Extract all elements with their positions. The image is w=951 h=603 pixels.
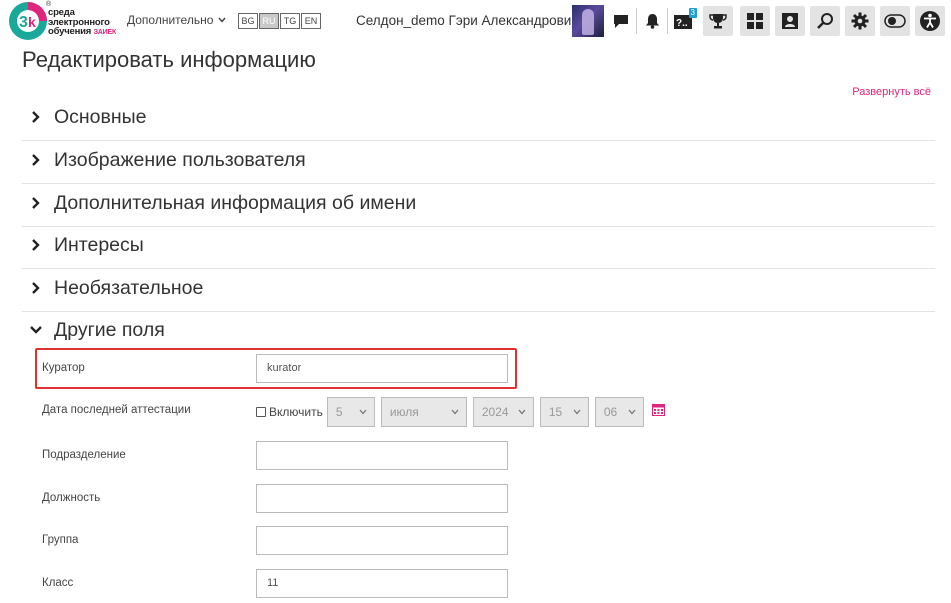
group-row: Группа [22, 525, 935, 559]
month-value: июля [389, 405, 419, 419]
more-menu-label: Дополнительно [127, 13, 214, 27]
user-name[interactable]: Селдон_demo Гэри Александрович [356, 13, 578, 28]
department-row: Подразделение [22, 440, 935, 474]
top-navbar: 3 k ® среда электронного обучения ЗАИЕК … [0, 0, 951, 42]
chevron-down-icon [573, 409, 581, 415]
logo-mark-icon: 3 k [8, 1, 48, 41]
department-input[interactable] [256, 441, 508, 470]
accessibility-icon[interactable] [915, 6, 945, 36]
section-optional[interactable]: Необязательное [22, 269, 935, 312]
attestation-date-label: Дата последней аттестации [42, 404, 191, 416]
svg-text:3: 3 [19, 14, 28, 31]
section-interests[interactable]: Интересы [22, 226, 935, 269]
class-row: Класс 11 [22, 568, 935, 602]
svg-text:k: k [28, 14, 36, 30]
chevron-down-icon [518, 409, 526, 415]
month-select[interactable]: июля [380, 397, 467, 427]
chevron-right-icon [29, 238, 43, 252]
search-icon[interactable] [810, 6, 840, 36]
trophy-icon[interactable] [703, 6, 733, 36]
lang-bg[interactable]: BG [238, 13, 258, 29]
avatar[interactable] [572, 5, 604, 37]
attestation-date-controls: Включить 5 июля 2024 15 06 [256, 397, 665, 427]
chevron-down-icon [359, 409, 367, 415]
chevron-down-icon [451, 409, 459, 415]
logo-text: среда электронного обучения ЗАИЕК [48, 7, 117, 37]
chevron-right-icon [29, 196, 43, 210]
section-title: Изображение пользователя [54, 149, 306, 171]
group-input[interactable] [256, 526, 508, 555]
lang-en[interactable]: EN [301, 13, 321, 29]
year-select[interactable]: 2024 [472, 397, 534, 427]
section-title: Дополнительная информация об имени [54, 192, 417, 214]
chevron-right-icon [29, 110, 43, 124]
svg-text:?..: ?.. [676, 18, 688, 29]
minute-value: 06 [603, 405, 618, 419]
hour-select[interactable]: 15 [539, 397, 589, 427]
lang-tg[interactable]: TG [280, 13, 300, 29]
section-title: Интересы [54, 234, 144, 256]
year-value: 2024 [481, 405, 509, 419]
expand-all-link[interactable]: Развернуть всё [852, 86, 931, 98]
chevron-down-icon [29, 323, 43, 337]
questions-badge: 3 [688, 8, 697, 18]
messages-icon[interactable] [606, 6, 636, 36]
section-title: Основные [54, 106, 147, 128]
section-title: Необязательное [54, 277, 204, 299]
gear-icon[interactable] [845, 6, 875, 36]
theme-toggle-icon[interactable] [880, 6, 910, 36]
grid-dashboard-icon[interactable] [740, 6, 770, 36]
position-row: Должность [22, 483, 935, 517]
minute-select[interactable]: 06 [594, 397, 644, 427]
chevron-right-icon [29, 153, 43, 167]
notifications-bell-icon[interactable] [637, 6, 667, 36]
section-user-image[interactable]: Изображение пользователя [22, 141, 935, 184]
lang-ru[interactable]: RU [259, 13, 279, 29]
questions-icon[interactable]: ?.. 3 [669, 6, 699, 36]
chevron-down-icon [628, 409, 636, 415]
enable-date-label: Включить [269, 405, 323, 419]
user-card-icon[interactable] [775, 6, 805, 36]
section-title: Другие поля [54, 319, 165, 341]
curator-highlight-frame [35, 348, 517, 389]
chevron-right-icon [29, 281, 43, 295]
language-switcher: BG RU TG EN [238, 13, 322, 29]
page-title: Редактировать информацию [22, 47, 316, 72]
position-input[interactable] [256, 484, 508, 513]
enable-date-checkbox[interactable]: Включить [256, 405, 323, 419]
site-logo[interactable]: 3 k ® среда электронного обучения ЗАИЕК [8, 1, 120, 41]
group-label: Группа [42, 534, 79, 546]
department-label: Подразделение [42, 449, 126, 461]
day-select[interactable]: 5 [326, 397, 375, 427]
chevron-down-icon [218, 17, 226, 23]
day-value: 5 [335, 405, 343, 419]
class-input[interactable]: 11 [256, 569, 508, 598]
position-label: Должность [42, 492, 101, 504]
navbar-divider [667, 8, 668, 34]
more-menu[interactable]: Дополнительно [127, 13, 226, 27]
class-label: Класс [42, 577, 74, 589]
section-basic[interactable]: Основные [22, 98, 935, 141]
calendar-icon[interactable] [651, 403, 665, 421]
checkbox-box[interactable] [256, 407, 266, 417]
hour-value: 15 [548, 405, 563, 419]
section-name-info[interactable]: Дополнительная информация об имени [22, 184, 935, 227]
